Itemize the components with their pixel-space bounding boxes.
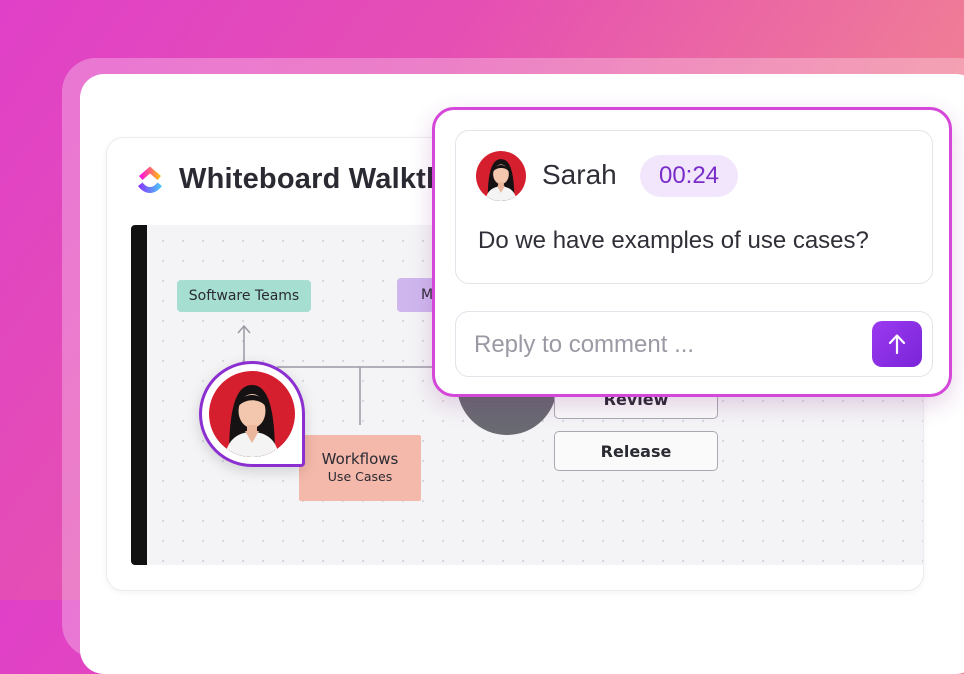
arrow-up-icon [888, 334, 906, 355]
release-box[interactable]: Release [554, 431, 718, 471]
timestamp-badge[interactable]: 00:24 [640, 155, 738, 197]
sarah-avatar-large [209, 371, 295, 457]
reply-input[interactable] [472, 326, 856, 364]
workflows-box-subtitle: Use Cases [327, 469, 393, 484]
comment-card: Sarah 00:24 Do we have examples of use c… [455, 130, 933, 284]
send-button[interactable] [872, 321, 922, 367]
workflows-box[interactable]: Workflows Use Cases [299, 435, 421, 501]
software-teams-box[interactable]: Software Teams [177, 280, 311, 312]
comment-author: Sarah [542, 159, 617, 190]
clickup-logo-icon [138, 166, 162, 193]
reply-box [455, 311, 933, 377]
sarah-avatar [476, 151, 526, 201]
comment-pin-avatar[interactable] [199, 361, 305, 467]
comment-text: Do we have examples of use cases? [478, 227, 869, 254]
comment-panel: Sarah 00:24 Do we have examples of use c… [432, 107, 952, 397]
workflows-box-title: Workflows [321, 450, 399, 468]
